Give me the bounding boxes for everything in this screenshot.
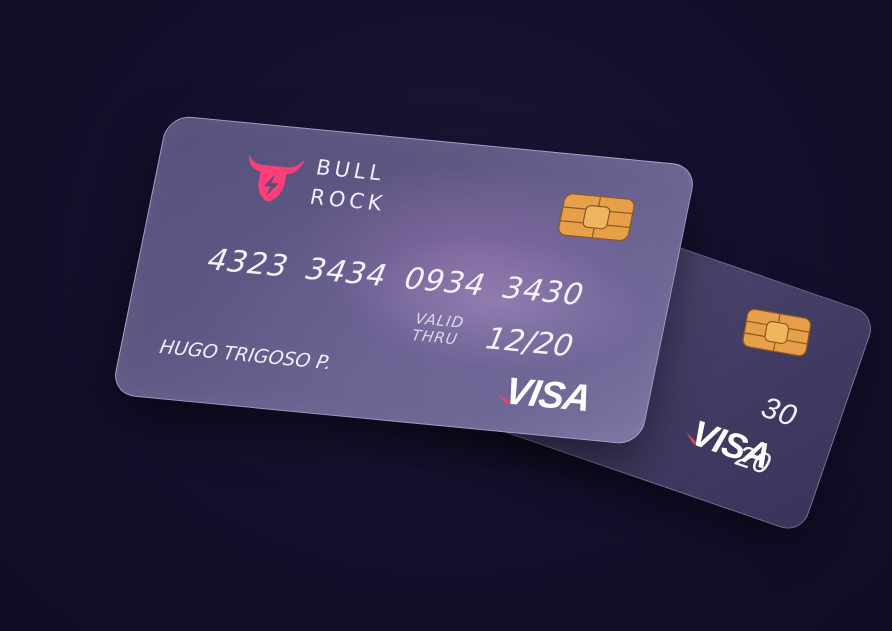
cardholder-name: HUGO TRIGOSO P.: [157, 336, 334, 375]
brand-logo: BULL ROCK: [236, 145, 395, 218]
chip-icon: [742, 308, 812, 357]
thru-label: THRU: [410, 326, 460, 349]
brand-line-2: ROCK: [307, 184, 388, 216]
card-number: 4323 3434 0934 3430: [204, 242, 587, 314]
chip-icon: [558, 193, 635, 242]
visa-logo: VISA: [493, 370, 594, 421]
card-network: VISA: [501, 370, 595, 421]
bull-icon: [248, 153, 305, 202]
brand-name: BULL ROCK: [307, 152, 394, 218]
card-number-fragment: 30: [757, 390, 802, 434]
expiry-date: 12/20: [482, 321, 577, 365]
front-credit-card: BULL ROCK 4323 3434 0934 3430 VALID THRU…: [110, 114, 698, 446]
background-scene: 30 20 VISA BULL ROCK 4323 3434 0934 3430…: [0, 0, 892, 631]
valid-thru-label: VALID THRU: [410, 309, 466, 349]
